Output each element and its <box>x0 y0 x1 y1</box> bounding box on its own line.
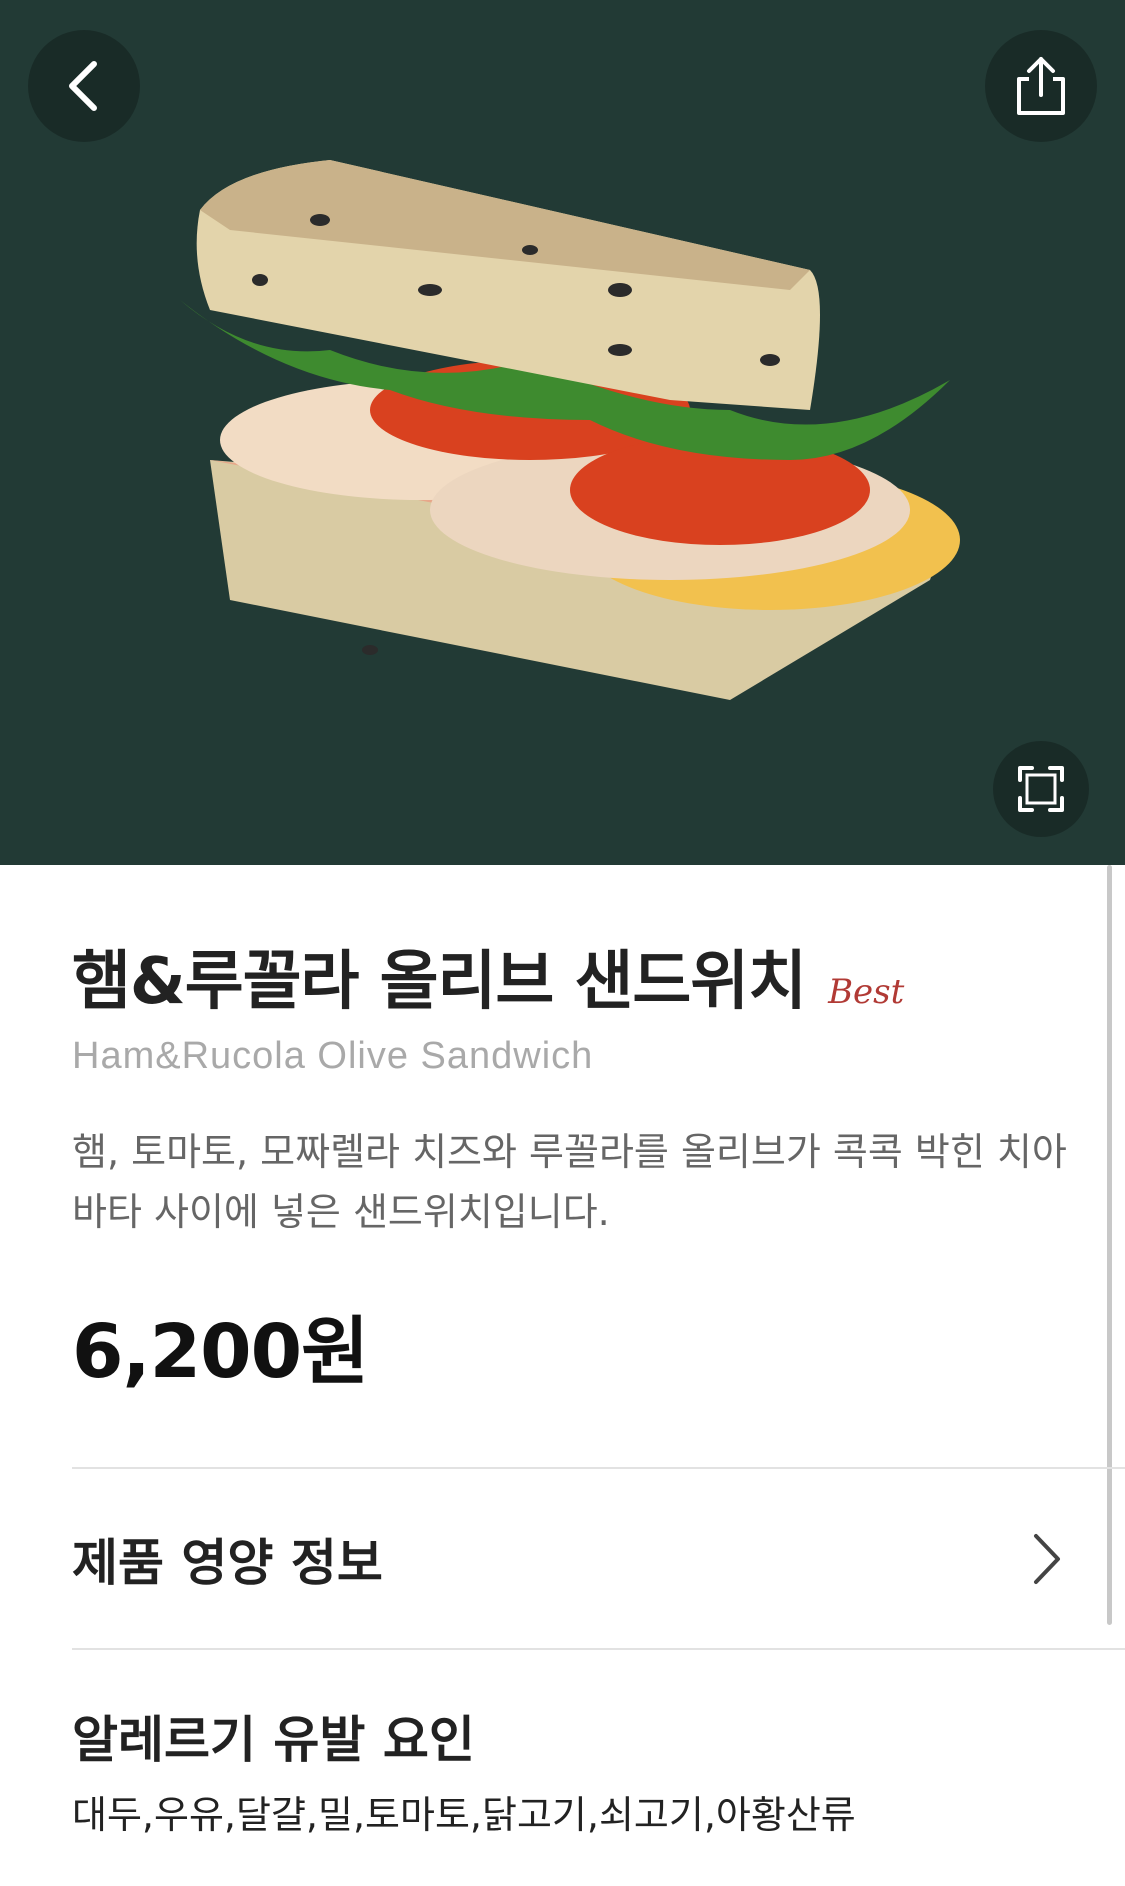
divider <box>72 1648 1125 1650</box>
allergy-list: 대두,우유,달걀,밀,토마토,닭고기,쇠고기,아황산류 <box>72 1793 856 1837</box>
product-english-name: Ham&Rucola Olive Sandwich <box>72 1035 594 1077</box>
best-badge: Best <box>828 972 905 1012</box>
sandwich-image <box>180 160 960 700</box>
expand-image-button[interactable] <box>993 741 1089 837</box>
product-name: 햄&루꼴라 올리브 샌드위치 <box>72 945 807 1019</box>
share-button[interactable] <box>985 30 1097 142</box>
divider <box>72 1467 1125 1469</box>
product-hero-image <box>0 0 1125 865</box>
allergy-section-title: 알레르기 유발 요인 <box>72 1711 475 1769</box>
expand-icon <box>1018 766 1064 812</box>
product-price: 6,200원 <box>72 1309 369 1395</box>
back-button[interactable] <box>28 30 140 142</box>
nutrition-info-link[interactable]: 제품 영양 정보 <box>72 1519 1062 1599</box>
chevron-right-icon <box>1034 1534 1060 1584</box>
product-description: 햄, 토마토, 모짜렐라 치즈와 루꼴라를 올리브가 콕콕 박힌 치아바타 사이… <box>72 1130 1067 1234</box>
product-title-row: 햄&루꼴라 올리브 샌드위치 Best <box>72 930 904 1022</box>
scrollbar[interactable] <box>1107 865 1112 1625</box>
chevron-left-icon <box>69 61 97 111</box>
nutrition-info-label: 제품 영양 정보 <box>72 1534 383 1592</box>
share-icon <box>1017 57 1065 115</box>
